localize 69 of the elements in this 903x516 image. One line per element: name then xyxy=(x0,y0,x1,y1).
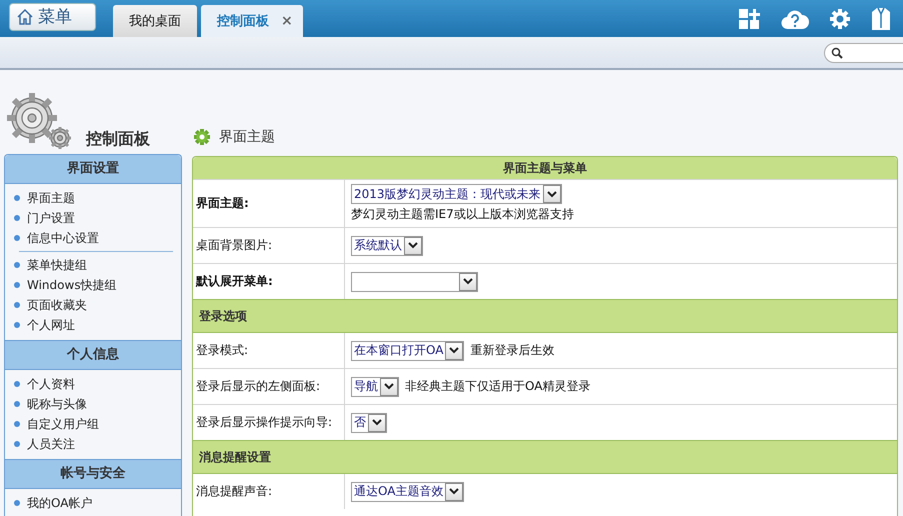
sidebar-link[interactable]: Windows快捷组 xyxy=(27,276,117,294)
caret-icon xyxy=(368,414,386,432)
sidebar-link[interactable]: 昵称与头像 xyxy=(27,396,87,412)
add-tile-icon[interactable] xyxy=(737,6,761,30)
gears-drawing xyxy=(4,90,74,152)
field-label: 登录后显示的左侧面板: xyxy=(196,378,320,395)
help-cloud-icon[interactable] xyxy=(781,8,809,30)
search-icon xyxy=(831,46,843,58)
field-label: 消息提醒声音: xyxy=(196,483,272,500)
dropdown[interactable]: 通达OA主题音效 xyxy=(351,482,464,502)
caret-icon xyxy=(404,236,422,254)
field-label: 默认展开菜单: xyxy=(196,273,273,290)
settings-icon[interactable] xyxy=(829,8,851,30)
field-label: 界面主题: xyxy=(196,195,249,212)
home-icon xyxy=(16,8,34,26)
field-label: 登录后显示操作提示向导: xyxy=(196,414,332,431)
panel-title: 控制面板 xyxy=(86,129,150,150)
panel-header: 界面主题与菜单 xyxy=(193,157,897,179)
page-title: 界面主题 xyxy=(219,128,275,146)
caret-icon xyxy=(380,378,398,396)
caret-icon xyxy=(445,482,464,500)
close-button[interactable]: × xyxy=(281,13,293,29)
dropdown[interactable]: 系统默认 xyxy=(351,236,423,256)
sidebar-link[interactable]: 页面收藏夹 xyxy=(27,296,87,314)
tab[interactable]: 控制面板 × xyxy=(201,5,303,37)
sidebar-link[interactable]: 个人资料 xyxy=(27,376,75,392)
dropdown[interactable]: 否 xyxy=(351,412,387,432)
bullet-icon xyxy=(14,322,20,328)
sidebar-link[interactable]: 信息中心设置 xyxy=(27,230,99,246)
section-header: 消息提醒设置 xyxy=(193,440,897,474)
bullet-icon xyxy=(14,302,20,308)
caret-icon xyxy=(445,342,464,360)
section-header[interactable]: 帐号与安全 xyxy=(5,459,181,489)
dropdown[interactable]: 导航 xyxy=(351,376,399,396)
search-field[interactable] xyxy=(824,42,903,62)
sidebar-link[interactable]: 菜单快捷组 xyxy=(27,256,87,274)
sidebar-link[interactable]: 界面主题 xyxy=(27,190,75,206)
bullet-icon xyxy=(14,381,20,387)
caret-icon xyxy=(542,185,561,203)
bullet-icon xyxy=(14,421,20,427)
section-header[interactable]: 个人信息 xyxy=(5,340,181,370)
hint-text: 梦幻灵动主题需IE7或以上版本浏览器支持 xyxy=(351,206,574,223)
gear-icon xyxy=(193,128,211,146)
section-header[interactable]: 界面设置 xyxy=(5,155,181,184)
caret-icon xyxy=(459,272,477,290)
bullet-icon xyxy=(14,441,20,447)
sidebar-link[interactable]: 个人网址 xyxy=(27,316,75,334)
dropdown[interactable]: 2013版梦幻灵动主题：现代或未来 xyxy=(351,184,562,204)
tab[interactable]: 我的桌面 xyxy=(113,5,197,37)
bullet-icon xyxy=(14,500,20,506)
section-header: 登录选项 xyxy=(193,299,897,333)
menu-button[interactable]: 菜单 xyxy=(9,2,96,30)
sidebar-link[interactable]: 门户设置 xyxy=(27,210,75,226)
sidebar-link[interactable]: 自定义用户组 xyxy=(27,416,99,432)
field-label: 登录模式: xyxy=(196,342,248,359)
bullet-icon xyxy=(14,215,20,221)
field-label: 桌面背景图片: xyxy=(196,237,272,254)
dropdown[interactable] xyxy=(351,272,478,292)
sidebar-link[interactable]: 人员关注 xyxy=(27,436,75,452)
hint-text: 非经典主题下仅适用于OA精灵登录 xyxy=(405,378,590,395)
bullet-icon xyxy=(14,282,20,288)
sidebar-link[interactable]: 我的OA帐户 xyxy=(27,494,92,512)
bullet-icon xyxy=(14,262,20,268)
shirt-icon[interactable] xyxy=(871,6,891,30)
bullet-icon xyxy=(14,401,20,407)
bullet-icon xyxy=(14,195,20,201)
bullet-icon xyxy=(14,235,20,241)
dropdown[interactable]: 在本窗口打开OA xyxy=(351,340,464,360)
hint-text: 重新登录后生效 xyxy=(470,342,554,359)
